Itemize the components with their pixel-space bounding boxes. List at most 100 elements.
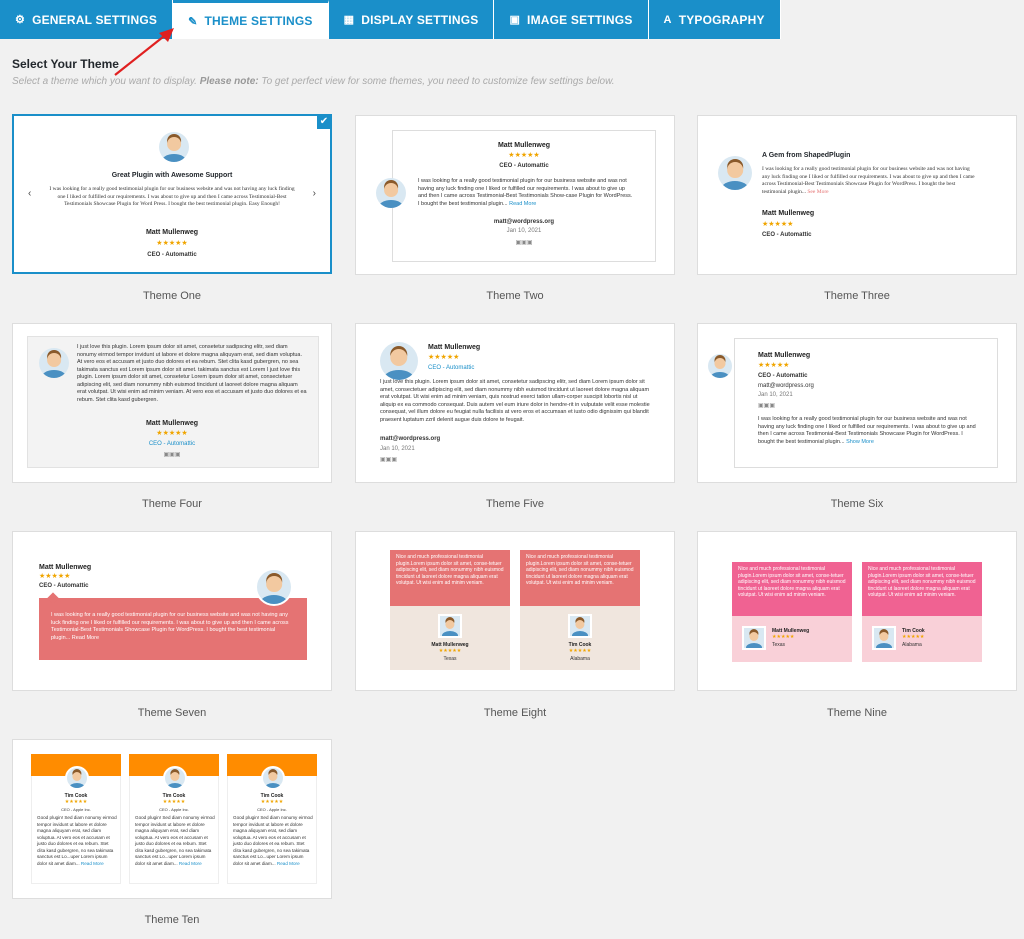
client-role: CEO - Automattic (147, 252, 197, 258)
theme-ten-label: Theme Ten (144, 914, 200, 926)
testimonial-text: I just love this plugin. Lorem ipsum dol… (77, 344, 307, 403)
star-rating: ★★★★★ (260, 799, 284, 805)
star-rating: ★★★★★ (758, 362, 790, 369)
tab-display-settings[interactable]: ▦ DISPLAY SETTINGS (328, 0, 495, 39)
avatar (718, 156, 752, 190)
social-icons[interactable]: ▣▣▣ (380, 456, 397, 463)
theme-seven-card[interactable]: Matt Mullenweg ★★★★★ CEO - Automattic I … (12, 531, 332, 691)
theme-eight-label: Theme Eight (483, 707, 547, 719)
read-more-link[interactable]: Read More (72, 635, 99, 641)
theme-six-card[interactable]: Matt Mullenweg ★★★★★ CEO - Automattic ma… (697, 323, 1017, 483)
read-more-link[interactable]: Read More (81, 861, 104, 866)
tab-label: TYPOGRAPHY (678, 12, 765, 27)
client-role: CEO - Automattic (428, 365, 475, 371)
avatar (65, 766, 89, 790)
testimonial-text: I was looking for a really good testimon… (762, 166, 976, 196)
desc-suffix: To get perfect view for some themes, you… (261, 76, 615, 87)
client-location: Alabama (902, 642, 922, 648)
testimonial-text: I was looking for a really good testimon… (49, 186, 295, 207)
client-role: CEO - Automattic (762, 232, 812, 238)
theme-nine-label: Theme Nine (827, 707, 887, 719)
testimonial-body: Good plugin! Sed diam nonumy eirmod temp… (37, 815, 117, 866)
avatar (708, 354, 732, 378)
star-rating: ★★★★★ (568, 648, 592, 654)
avatar (742, 626, 766, 650)
avatar (255, 568, 293, 606)
read-more-link[interactable]: Read More (277, 861, 300, 866)
testimonial-text: I was looking for a really good testimon… (51, 612, 293, 642)
star-rating: ★★★★★ (156, 430, 188, 437)
theme-five-label: Theme Five (485, 498, 545, 510)
social-icons[interactable]: ▣▣▣ (392, 239, 656, 246)
theme-eight-card[interactable]: Nice and much professional testimonial p… (355, 531, 675, 691)
theme-four-label: Theme Four (142, 498, 202, 510)
client-name: Matt Mullenweg (39, 564, 92, 571)
desc-prefix: Select a theme which you want to display… (12, 76, 197, 87)
client-location: Texas (772, 642, 786, 648)
tab-label: IMAGE SETTINGS (527, 12, 633, 27)
testimonial-text: I just love this plugin. Lorem ipsum dol… (380, 379, 650, 423)
date: Jan 10, 2021 (380, 446, 415, 452)
testimonial-text: I was looking for a really good testimon… (418, 178, 634, 208)
date: Jan 10, 2021 (506, 228, 542, 234)
client-location: Alabama (570, 656, 590, 662)
client-name: Matt Mullenweg (497, 142, 551, 149)
tab-typography[interactable]: A TYPOGRAPHY (648, 0, 781, 39)
checkmark-icon: ✔ (317, 116, 330, 129)
desc-note: Please note: (199, 76, 259, 87)
client-role: CEO - Apple Inc. (159, 807, 189, 812)
client-role: CEO - Apple Inc. (61, 807, 91, 812)
theme-three-card[interactable]: A Gem from ShapedPlugin I was looking fo… (697, 115, 1017, 275)
quote-box: Nice and much professional testimonial p… (732, 562, 852, 616)
theme-one-label: Theme One (142, 290, 202, 302)
testimonial-text: Good plugin! Sed diam nonumy eirmod temp… (37, 815, 117, 867)
see-more-link[interactable]: See More (807, 189, 828, 195)
testimonial-text: Good plugin! Sed diam nonumy eirmod temp… (233, 815, 313, 867)
theme-one-card[interactable]: ✔ Great Plugin with Awesome Support ‹ › … (12, 114, 332, 274)
grid-icon: ▦ (343, 14, 355, 26)
read-more-link[interactable]: Read More (179, 861, 202, 866)
testimonial-title: A Gem from ShapedPlugin (762, 152, 851, 159)
star-rating: ★★★★★ (156, 240, 188, 247)
avatar (872, 626, 896, 650)
star-rating: ★★★★★ (762, 221, 794, 228)
client-role: CEO - Automattic (499, 163, 549, 169)
theme-five-card[interactable]: Matt Mullenweg ★★★★★ CEO - Automattic I … (355, 323, 675, 483)
star-rating: ★★★★★ (39, 573, 71, 580)
star-rating: ★★★★★ (902, 634, 925, 640)
star-rating: ★★★★★ (428, 354, 460, 361)
client-role: CEO - Automattic (148, 441, 196, 447)
client-name: Matt Mullenweg (145, 420, 199, 427)
theme-four-card[interactable]: I just love this plugin. Lorem ipsum dol… (12, 323, 332, 483)
star-rating: ★★★★★ (438, 648, 462, 654)
prev-arrow-icon[interactable]: ‹ (28, 188, 31, 199)
avatar (376, 178, 406, 208)
tab-label: DISPLAY SETTINGS (361, 12, 479, 27)
social-icons[interactable]: ▣▣▣ (13, 451, 331, 458)
social-icons[interactable]: ▣▣▣ (758, 402, 775, 409)
theme-two-label: Theme Two (486, 290, 544, 302)
tab-theme-settings[interactable]: ✎ THEME SETTINGS (173, 0, 329, 39)
gear-icon: ⚙ (15, 14, 26, 26)
avatar (380, 342, 418, 380)
client-name: Matt Mullenweg (758, 352, 811, 359)
image-icon: ▣ (509, 14, 521, 26)
tab-image-settings[interactable]: ▣ IMAGE SETTINGS (494, 0, 649, 39)
testimonial-title: Great Plugin with Awesome Support (111, 172, 233, 179)
theme-ten-card[interactable]: Tim Cook ★★★★★ CEO - Apple Inc. Good plu… (12, 739, 332, 899)
next-arrow-icon[interactable]: › (313, 188, 316, 199)
avatar (568, 614, 592, 638)
star-rating: ★★★★★ (508, 152, 540, 159)
theme-two-card[interactable]: Matt Mullenweg ★★★★★ CEO - Automattic I … (355, 115, 675, 275)
show-more-link[interactable]: Show More (846, 439, 874, 445)
avatar (39, 348, 69, 378)
read-more-link[interactable]: Read More (509, 201, 536, 207)
testimonial-text: I was looking for a really good testimon… (758, 416, 980, 446)
date: Jan 10, 2021 (758, 392, 793, 398)
theme-nine-card[interactable]: Nice and much professional testimonial p… (697, 531, 1017, 691)
testimonial-body: Good plugin! Sed diam nonumy eirmod temp… (233, 815, 313, 866)
client-role: CEO - Automattic (39, 583, 89, 589)
client-email: matt@wordpress.org (758, 383, 814, 389)
star-rating: ★★★★★ (64, 799, 88, 805)
wand-icon: ✎ (188, 15, 198, 28)
